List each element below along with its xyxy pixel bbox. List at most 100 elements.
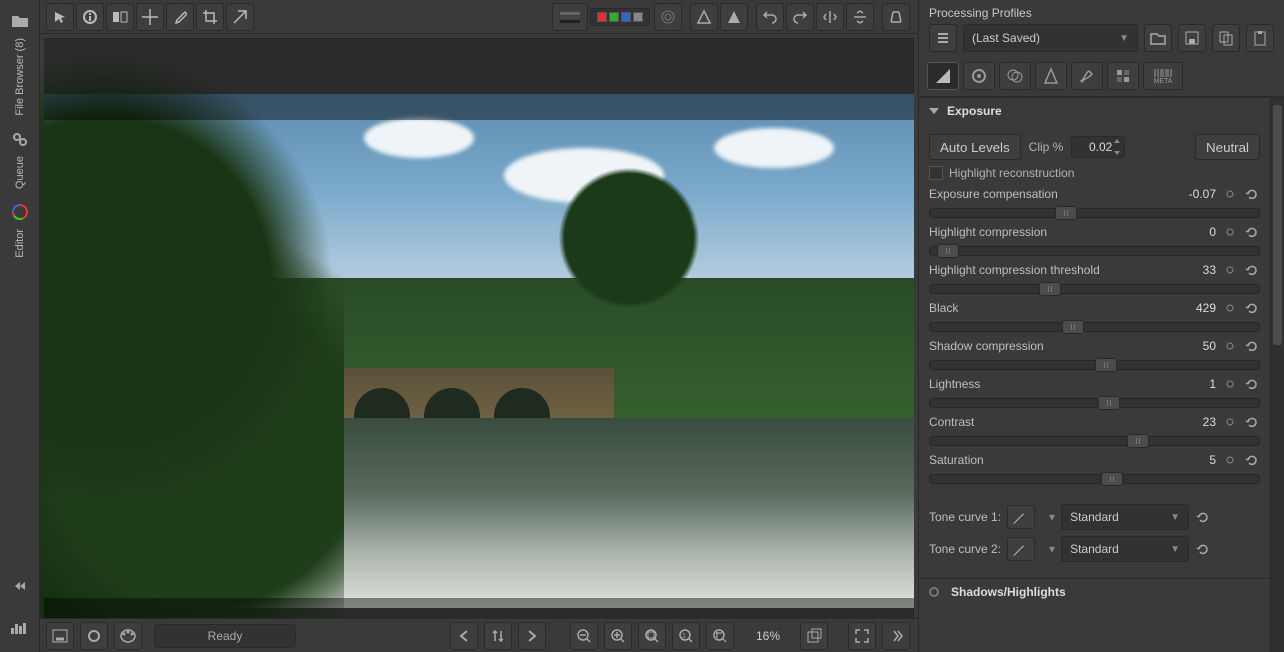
- zoom-crop-button[interactable]: [706, 622, 734, 650]
- chevron-down-icon: ▼: [1170, 544, 1180, 555]
- slider-reset-button[interactable]: [1244, 338, 1260, 354]
- zoom-out-button[interactable]: [570, 622, 598, 650]
- tone-curve-2-label: Tone curve 2:: [929, 542, 1001, 556]
- slider-track[interactable]: [929, 436, 1260, 446]
- image-viewport[interactable]: [40, 34, 918, 618]
- tone-curve-1-reset-button[interactable]: [1195, 509, 1211, 525]
- slider-track[interactable]: [929, 474, 1260, 484]
- external-editor-button[interactable]: [114, 622, 142, 650]
- histogram-toggle-button[interactable]: [2, 610, 38, 646]
- slider-track[interactable]: [929, 360, 1260, 370]
- tab-editor[interactable]: Editor: [2, 195, 38, 264]
- profile-paste-button[interactable]: [1246, 24, 1274, 52]
- new-detail-window-button[interactable]: [800, 622, 828, 650]
- tab-raw[interactable]: [1107, 62, 1139, 90]
- slider-reset-button[interactable]: [1244, 186, 1260, 202]
- background-select-button[interactable]: [552, 3, 588, 31]
- slider-track[interactable]: [929, 208, 1260, 218]
- arrow-tool-button[interactable]: [46, 3, 74, 31]
- profile-select[interactable]: (Last Saved) ▼: [963, 24, 1138, 52]
- indicator-blue[interactable]: [621, 12, 631, 22]
- slider-link-button[interactable]: [1222, 224, 1238, 240]
- tab-advanced[interactable]: [1035, 62, 1067, 90]
- section-shadows-highlights-header[interactable]: Shadows/Highlights: [919, 579, 1270, 605]
- zoom-fit-button[interactable]: [638, 622, 666, 650]
- zoom-100-button[interactable]: 1: [672, 622, 700, 650]
- tab-detail[interactable]: [963, 62, 995, 90]
- slider-link-button[interactable]: [1222, 452, 1238, 468]
- tab-transform[interactable]: [1071, 62, 1103, 90]
- bottom-toolbar: Ready 1 16%: [40, 618, 918, 652]
- indicator-red[interactable]: [597, 12, 607, 22]
- slider-reset-button[interactable]: [1244, 452, 1260, 468]
- auto-levels-button[interactable]: Auto Levels: [929, 134, 1021, 160]
- slider-link-button[interactable]: [1222, 300, 1238, 316]
- slider-track[interactable]: [929, 398, 1260, 408]
- shadow-clip-button[interactable]: [720, 3, 748, 31]
- highlight-recon-checkbox[interactable]: [929, 166, 943, 180]
- slider-link-button[interactable]: [1222, 262, 1238, 278]
- section-exposure-header[interactable]: Exposure: [919, 98, 1270, 124]
- slider-link-button[interactable]: [1222, 414, 1238, 430]
- tab-meta[interactable]: META: [1143, 62, 1183, 90]
- slider-link-button[interactable]: [1222, 338, 1238, 354]
- tab-file-browser[interactable]: File Browser (8): [2, 4, 38, 122]
- collapse-right-button[interactable]: [882, 622, 910, 650]
- collapse-panel-button[interactable]: [2, 568, 38, 604]
- profile-mode-button[interactable]: [929, 24, 957, 52]
- tone-curve-1-type-button[interactable]: [1007, 505, 1035, 529]
- tone-curve-2-type-button[interactable]: [1007, 537, 1035, 561]
- tone-curve-1-select[interactable]: Standard ▼: [1061, 504, 1189, 530]
- profile-load-button[interactable]: [1144, 24, 1172, 52]
- slider-reset-button[interactable]: [1244, 376, 1260, 392]
- tab-color[interactable]: [999, 62, 1031, 90]
- queue-add-button[interactable]: [80, 622, 108, 650]
- save-button[interactable]: [46, 622, 74, 650]
- tone-curve-2-select[interactable]: Standard ▼: [1061, 536, 1189, 562]
- slider-reset-button[interactable]: [1244, 224, 1260, 240]
- profile-save-button[interactable]: [1178, 24, 1206, 52]
- straighten-button[interactable]: [226, 3, 254, 31]
- color-picker-button[interactable]: [166, 3, 194, 31]
- clip-percent-label: Clip %: [1029, 140, 1064, 154]
- before-after-button[interactable]: [106, 3, 134, 31]
- slider-value: -0.07: [1176, 187, 1216, 201]
- flip-vertical-button[interactable]: [846, 3, 874, 31]
- sharpen-preview-button[interactable]: [654, 3, 682, 31]
- slider-reset-button[interactable]: [1244, 414, 1260, 430]
- slider-track[interactable]: [929, 322, 1260, 332]
- info-button[interactable]: [76, 3, 104, 31]
- profile-copy-button[interactable]: [1212, 24, 1240, 52]
- fullscreen-button[interactable]: [848, 622, 876, 650]
- perspective-button[interactable]: [882, 3, 910, 31]
- tone-curve-2-reset-button[interactable]: [1195, 541, 1211, 557]
- slider-track[interactable]: [929, 284, 1260, 294]
- indicator-luminance[interactable]: [633, 12, 643, 22]
- slider-reset-button[interactable]: [1244, 300, 1260, 316]
- slider-track[interactable]: [929, 246, 1260, 256]
- flip-horizontal-button[interactable]: [816, 3, 844, 31]
- slider-value: 5: [1176, 453, 1216, 467]
- next-image-button[interactable]: [518, 622, 546, 650]
- sync-button[interactable]: [484, 622, 512, 650]
- clip-percent-input[interactable]: 0.02: [1071, 136, 1125, 158]
- chevron-down-icon: ▼: [1119, 33, 1129, 44]
- chevron-down-icon: ▼: [1170, 512, 1180, 523]
- right-panel-scrollbar[interactable]: [1270, 97, 1284, 652]
- slider-link-button[interactable]: [1222, 186, 1238, 202]
- rotate-right-button[interactable]: [786, 3, 814, 31]
- slider-link-button[interactable]: [1222, 376, 1238, 392]
- tool-tabs: META: [919, 60, 1284, 97]
- prev-image-button[interactable]: [450, 622, 478, 650]
- indicator-green[interactable]: [609, 12, 619, 22]
- tab-exposure[interactable]: [927, 62, 959, 90]
- neutral-button[interactable]: Neutral: [1195, 134, 1260, 160]
- slider-value: 50: [1176, 339, 1216, 353]
- crosshair-button[interactable]: [136, 3, 164, 31]
- rotate-left-button[interactable]: [756, 3, 784, 31]
- highlight-clip-button[interactable]: [690, 3, 718, 31]
- tab-queue[interactable]: Queue: [2, 122, 38, 195]
- slider-reset-button[interactable]: [1244, 262, 1260, 278]
- zoom-in-button[interactable]: [604, 622, 632, 650]
- crop-button[interactable]: [196, 3, 224, 31]
